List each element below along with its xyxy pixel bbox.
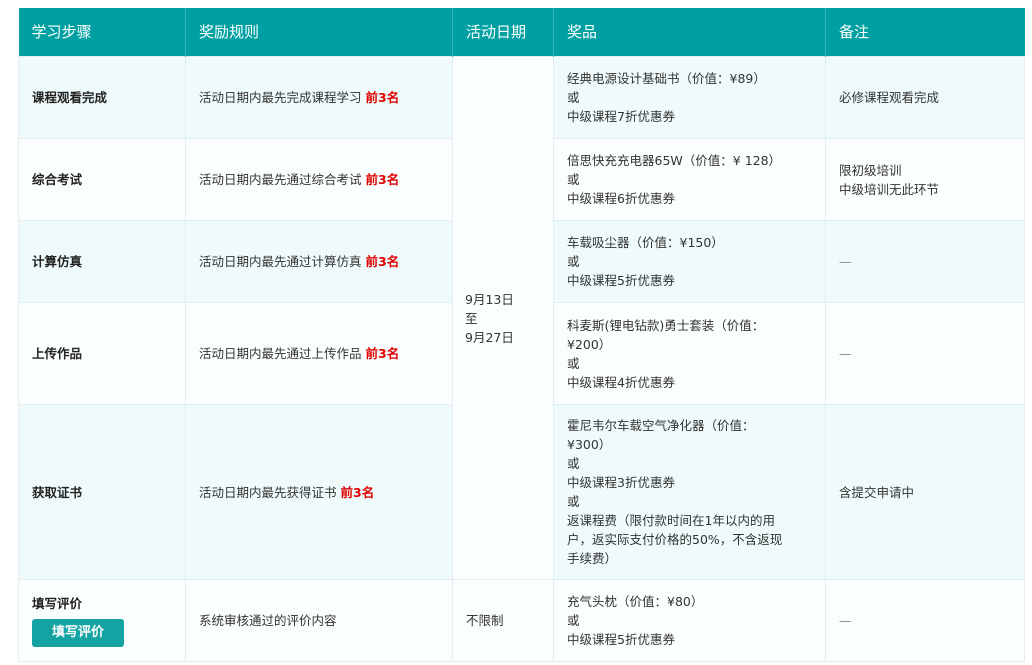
prize-cell: 霍尼韦尔车载空气净化器（价值： ¥300） 或 中级课程3折优惠券 或 返课程费… <box>553 404 826 580</box>
rule-highlight: 前3名 <box>365 254 400 269</box>
rule-cell: 活动日期内最先通过综合考试 前3名 <box>185 138 453 221</box>
header-date: 活动日期 <box>452 8 554 57</box>
rule-text: 活动日期内最先通过综合考试 <box>199 172 362 187</box>
note-cell: — <box>825 220 1025 303</box>
note-cell: 限初级培训 中级培训无此环节 <box>825 138 1025 221</box>
rule-highlight: 前3名 <box>340 484 375 500</box>
date-cell: 不限制 <box>452 579 554 662</box>
rule-text: 活动日期内最先获得证书 <box>199 484 337 500</box>
header-step: 学习步骤 <box>18 8 186 57</box>
step-cell: 上传作品 <box>18 302 186 405</box>
step-title: 填写评价 <box>32 596 83 611</box>
step-cell: 获取证书 <box>18 404 186 580</box>
prize-cell: 经典电源设计基础书（价值：¥89） 或 中级课程7折优惠券 <box>553 56 826 139</box>
prize-cell: 倍思快充充电器65W（价值：¥ 128） 或 中级课程6折优惠券 <box>553 138 826 221</box>
rewards-table: 学习步骤 奖励规则 活动日期 奖品 备注 课程观看完成 活动日期内最先完成课程学… <box>18 8 1025 662</box>
rule-cell: 活动日期内最先获得证书 前3名 <box>185 404 453 580</box>
step-cell: 填写评价 填写评价 <box>18 579 186 662</box>
rule-cell: 活动日期内最先完成课程学习 前3名 <box>185 56 453 139</box>
rule-cell: 系统审核通过的评价内容 <box>185 579 453 662</box>
rule-text: 活动日期内最先完成课程学习 <box>199 90 362 105</box>
rule-highlight: 前3名 <box>365 172 400 187</box>
rule-text: 活动日期内最先通过计算仿真 <box>199 254 362 269</box>
activity-date-cell: 9月13日 至 9月27日 <box>452 56 554 580</box>
note-cell: — <box>825 302 1025 405</box>
table-header: 学习步骤 奖励规则 活动日期 奖品 备注 <box>18 8 1025 57</box>
header-rule: 奖励规则 <box>185 8 453 57</box>
prize-cell: 科麦斯(锂电钻款)勇士套装（价值： ¥200） 或 中级课程4折优惠券 <box>553 302 826 405</box>
rule-cell: 活动日期内最先通过计算仿真 前3名 <box>185 220 453 303</box>
table-row: 填写评价 填写评价 系统审核通过的评价内容 不限制 充气头枕（价值：¥80） 或… <box>18 579 1025 662</box>
rule-highlight: 前3名 <box>365 90 400 105</box>
page: 学习步骤 奖励规则 活动日期 奖品 备注 课程观看完成 活动日期内最先完成课程学… <box>0 0 1032 665</box>
step-cell: 综合考试 <box>18 138 186 221</box>
prize-cell: 充气头枕（价值：¥80） 或 中级课程5折优惠券 <box>553 579 826 662</box>
header-note: 备注 <box>825 8 1025 57</box>
note-cell: 含提交申请中 <box>825 404 1025 580</box>
prize-cell: 车载吸尘器（价值：¥150） 或 中级课程5折优惠券 <box>553 220 826 303</box>
rule-highlight: 前3名 <box>365 346 400 361</box>
rule-text: 活动日期内最先通过上传作品 <box>199 346 362 361</box>
note-cell: — <box>825 579 1025 662</box>
step-cell: 计算仿真 <box>18 220 186 303</box>
rule-cell: 活动日期内最先通过上传作品 前3名 <box>185 302 453 405</box>
step-cell: 课程观看完成 <box>18 56 186 139</box>
table-row: 课程观看完成 活动日期内最先完成课程学习 前3名 9月13日 至 9月27日 经… <box>18 56 1025 580</box>
header-prize: 奖品 <box>553 8 826 57</box>
note-cell: 必修课程观看完成 <box>825 56 1025 139</box>
write-review-button[interactable]: 填写评价 <box>32 619 124 647</box>
